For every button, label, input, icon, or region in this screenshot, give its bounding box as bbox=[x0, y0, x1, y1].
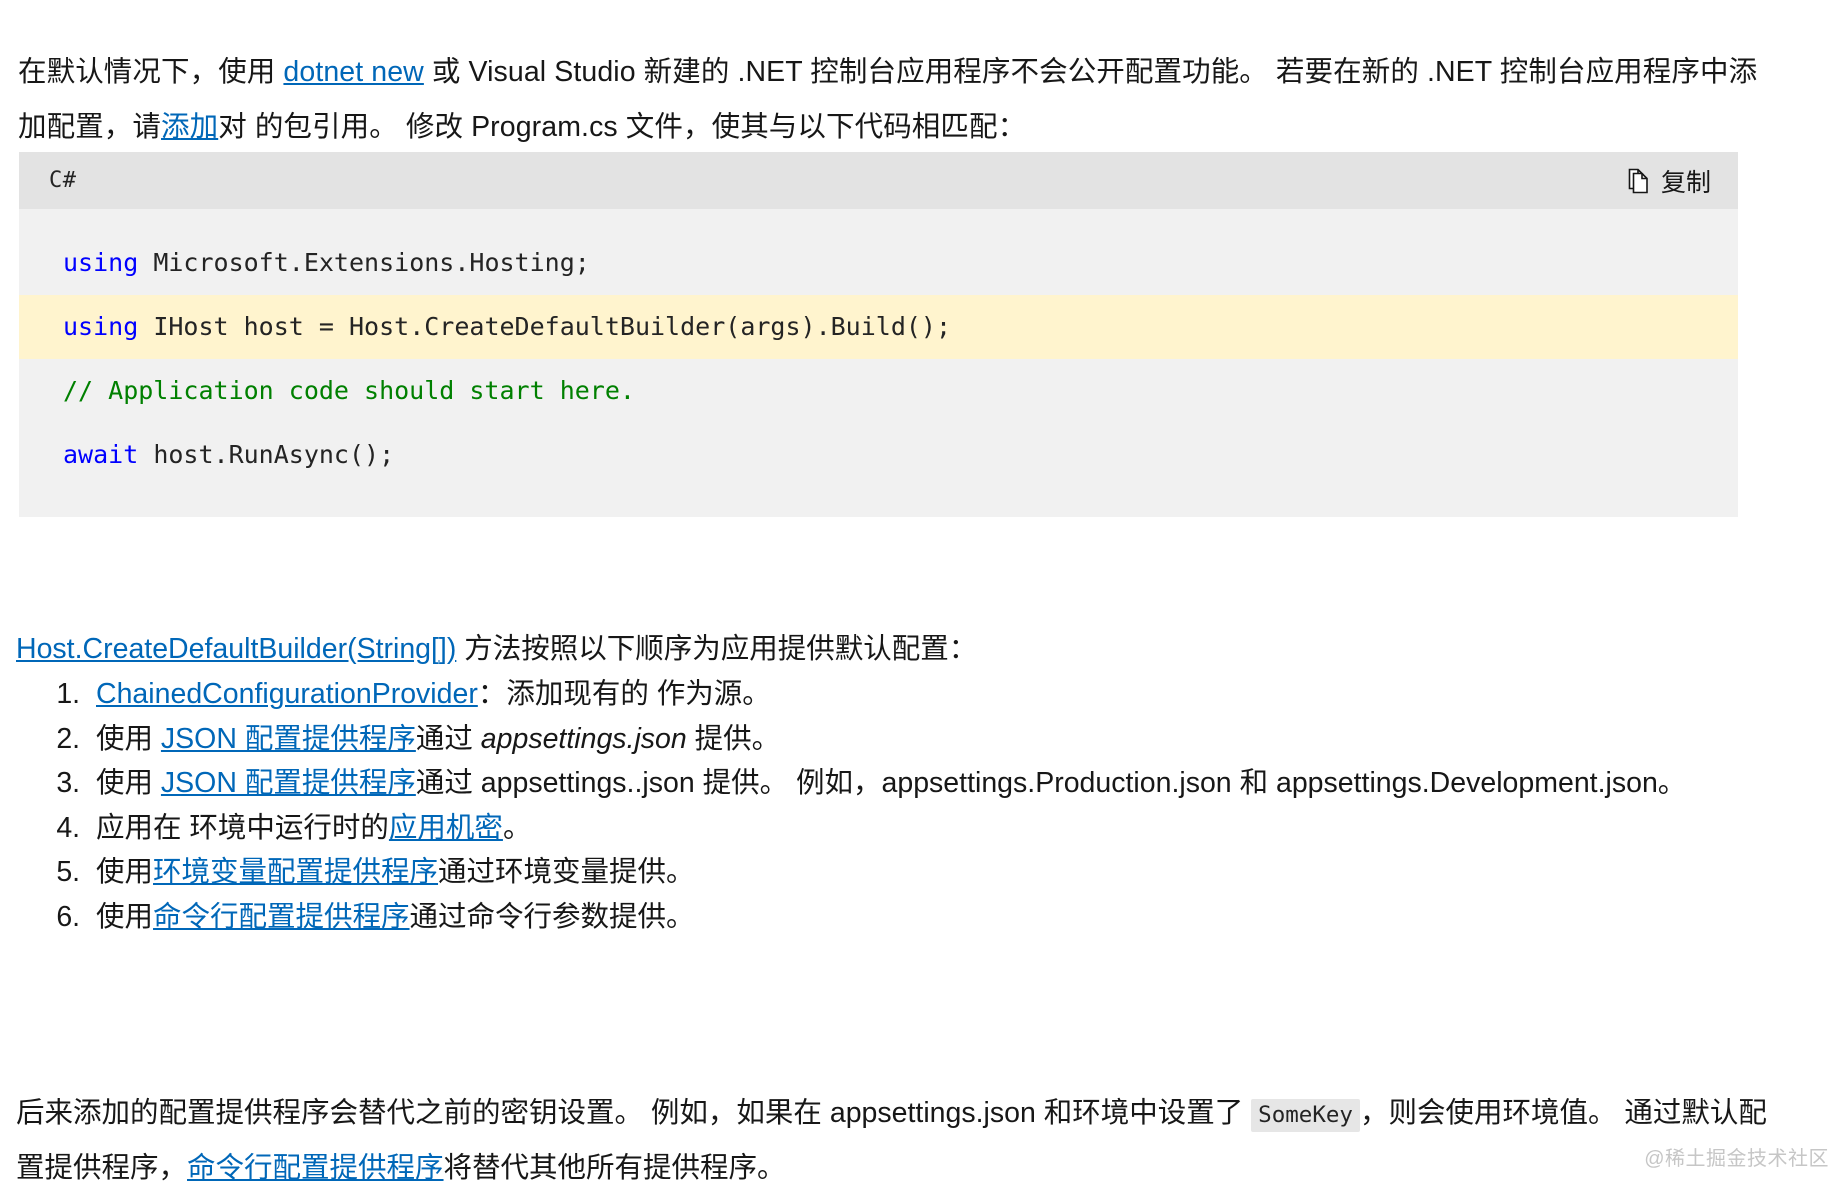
closing-text-part-1: 后来添加的配置提供程序会替代之前的密钥设置。 例如，如果在 appsetting… bbox=[16, 1096, 1252, 1129]
list-item-text: 使用 bbox=[96, 767, 161, 799]
copy-pages-icon bbox=[1625, 167, 1651, 195]
inline-code-somekey: SomeKey bbox=[1251, 1098, 1360, 1132]
watermark: @稀土掘金技术社区 bbox=[1644, 1148, 1829, 1170]
code-token-comment: // Application code should start here. bbox=[63, 376, 635, 405]
link-create-default-builder[interactable]: Host.CreateDefaultBuilder(String[]) bbox=[16, 633, 456, 665]
link-command-line-provider[interactable]: 命令行配置提供程序 bbox=[153, 901, 410, 933]
list-item-text: 使用 bbox=[96, 722, 161, 755]
list-item-text: 使用 bbox=[96, 856, 154, 888]
list-item-text: 通过 bbox=[415, 722, 481, 755]
code-block: C# 复制 using Microsoft.Extensions.Hosting… bbox=[19, 152, 1738, 517]
closing-paragraph: 后来添加的配置提供程序会替代之前的密钥设置。 例如，如果在 appsetting… bbox=[16, 1087, 1786, 1195]
api-method-paragraph: Host.CreateDefaultBuilder(String[]) 方法按照… bbox=[16, 626, 1796, 672]
list-item: 使用环境变量配置提供程序通过环境变量提供。 bbox=[88, 850, 1828, 894]
link-app-secrets[interactable]: 应用机密 bbox=[389, 812, 503, 844]
list-item-filename: appsettings.json bbox=[480, 722, 687, 755]
link-add-package[interactable]: 添加 bbox=[161, 111, 218, 143]
list-item-text: 通过命令行参数提供。 bbox=[409, 900, 695, 933]
closing-text-part-3: 将替代其他所有提供程序。 bbox=[443, 1151, 786, 1184]
link-json-configuration-provider[interactable]: JSON 配置提供程序 bbox=[161, 767, 416, 799]
code-token-keyword: await bbox=[63, 440, 139, 469]
configuration-sources-list: ChainedConfigurationProvider：添加现有的 作为源。 … bbox=[40, 672, 1828, 939]
code-language-label: C# bbox=[49, 168, 77, 193]
link-dotnet-new[interactable]: dotnet new bbox=[283, 56, 423, 88]
copy-code-button[interactable]: 复制 bbox=[1625, 163, 1711, 199]
list-item-text: 提供。 bbox=[686, 722, 781, 755]
api-method-paragraph-text: 方法按照以下顺序为应用提供默认配置： bbox=[456, 632, 978, 665]
intro-text-part-3: 对 的包引用。 修改 Program.cs 文件，使其与以下代码相匹配： bbox=[218, 110, 1027, 143]
code-token-plain: Microsoft.Extensions.Hosting; bbox=[138, 248, 590, 277]
code-block-header: C# 复制 bbox=[19, 152, 1738, 209]
list-item-text: ：添加现有的 作为源。 bbox=[477, 678, 771, 710]
list-item-text: 。 bbox=[502, 811, 532, 844]
code-token-keyword: using bbox=[63, 312, 139, 341]
code-token-plain: IHost host = Host.CreateDefaultBuilder(a… bbox=[138, 312, 952, 341]
code-block-body[interactable]: using Microsoft.Extensions.Hosting; usin… bbox=[19, 209, 1738, 517]
code-line-highlighted: using IHost host = Host.CreateDefaultBui… bbox=[19, 295, 1738, 359]
list-item: 应用在 环境中运行时的应用机密。 bbox=[88, 806, 1828, 850]
code-line: await host.RunAsync(); bbox=[19, 423, 1738, 487]
intro-text-part-1: 在默认情况下，使用 bbox=[18, 55, 284, 88]
link-environment-variables-provider[interactable]: 环境变量配置提供程序 bbox=[153, 856, 438, 888]
copy-code-label: 复制 bbox=[1660, 168, 1711, 197]
code-token-keyword: using bbox=[63, 248, 139, 277]
link-json-configuration-provider[interactable]: JSON 配置提供程序 bbox=[161, 723, 416, 755]
link-chained-configuration-provider[interactable]: ChainedConfigurationProvider bbox=[96, 678, 478, 710]
link-command-line-provider[interactable]: 命令行配置提供程序 bbox=[187, 1152, 444, 1184]
code-token-plain: host.RunAsync(); bbox=[138, 440, 395, 469]
list-item: 使用命令行配置提供程序通过命令行参数提供。 bbox=[88, 895, 1828, 939]
document-page: 在默认情况下，使用 dotnet new 或 Visual Studio 新建的… bbox=[0, 0, 1847, 1184]
code-line: using Microsoft.Extensions.Hosting; bbox=[19, 231, 1738, 295]
intro-paragraph: 在默认情况下，使用 dotnet new 或 Visual Studio 新建的… bbox=[18, 45, 1778, 155]
list-item: 使用 JSON 配置提供程序通过 appsettings.json 提供。 bbox=[88, 717, 1828, 761]
list-item: ChainedConfigurationProvider：添加现有的 作为源。 bbox=[88, 672, 1828, 716]
list-item-text: 通过 appsettings..json 提供。 例如，appsettings.… bbox=[415, 767, 1687, 799]
list-item-text: 通过环境变量提供。 bbox=[438, 856, 695, 888]
list-item-text: 使用 bbox=[96, 900, 154, 933]
code-line: // Application code should start here. bbox=[19, 359, 1738, 423]
list-item: 使用 JSON 配置提供程序通过 appsettings..json 提供。 例… bbox=[88, 761, 1828, 805]
list-item-text: 应用在 环境中运行时的 bbox=[96, 811, 389, 844]
